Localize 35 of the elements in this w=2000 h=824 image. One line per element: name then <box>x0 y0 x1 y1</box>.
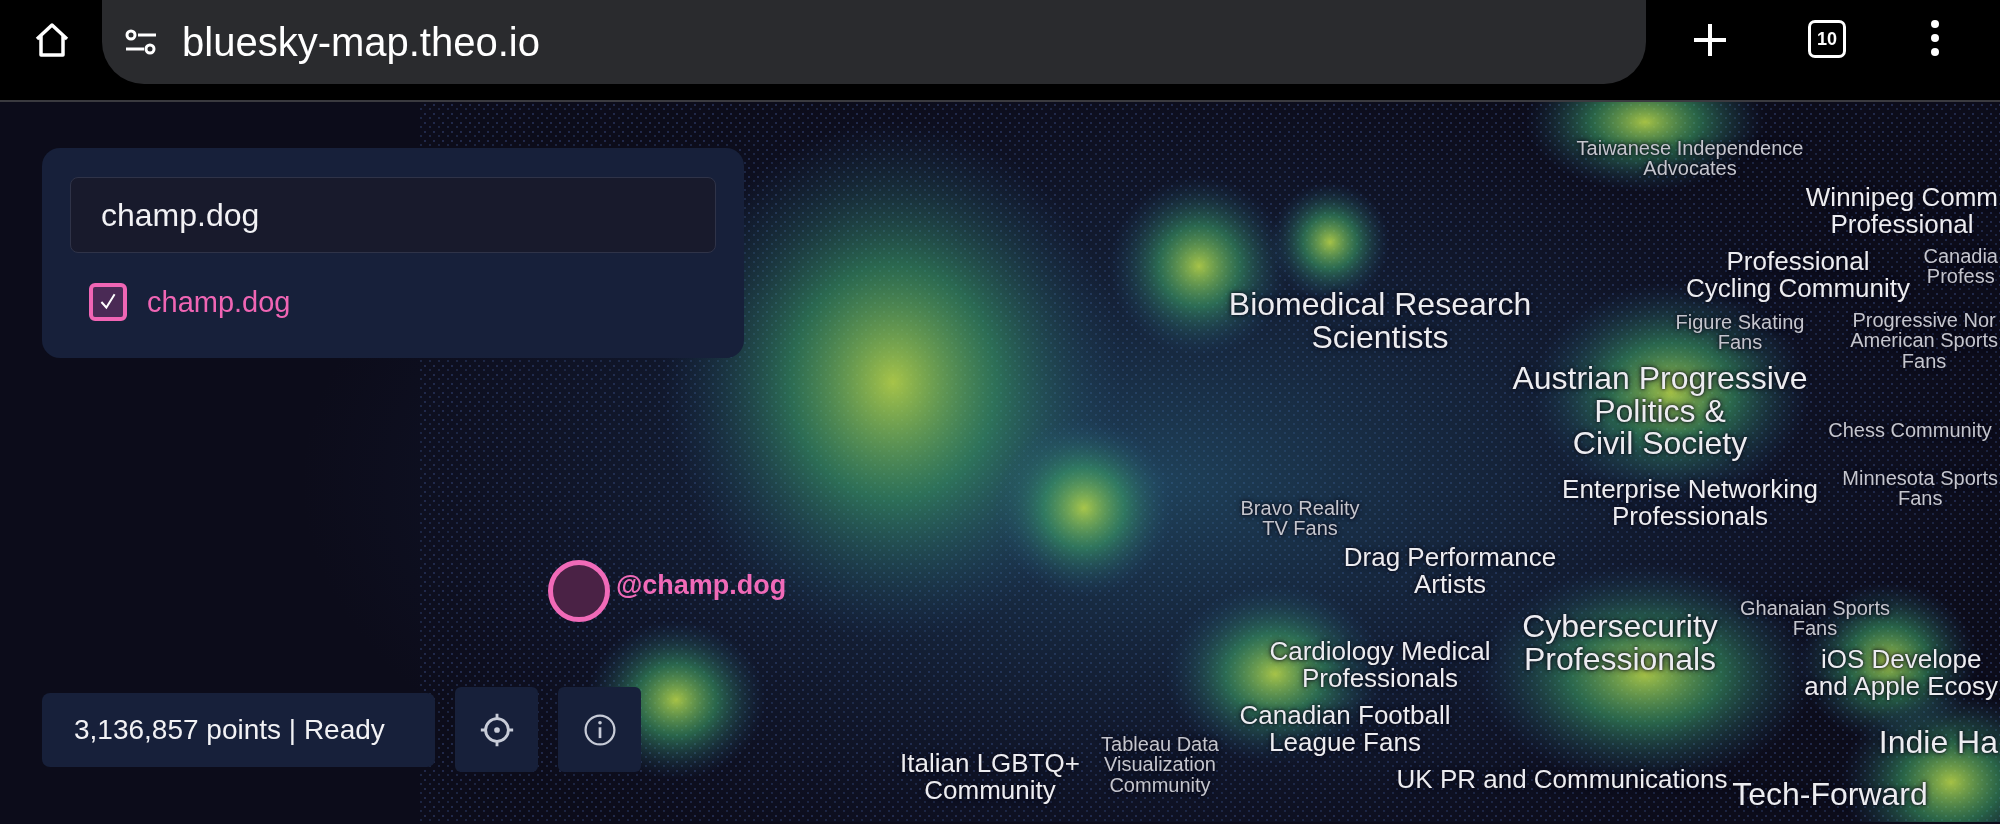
map-label: Enterprise Networking Professionals <box>1562 476 1818 530</box>
map-label: Biomedical Research Scientists <box>1228 288 1532 354</box>
map-label: Progressive Nor American Sports Fans <box>1850 310 1998 372</box>
map-label: iOS Develope and Apple Ecosy <box>1804 646 1998 700</box>
site-settings-icon[interactable] <box>124 28 158 56</box>
map-label: UK PR and Communications <box>1396 766 1728 793</box>
map-label: Drag Performance Artists <box>1343 544 1557 598</box>
map-label: Cybersecurity Professionals <box>1522 610 1718 676</box>
map-label: Cardiology Medical Professionals <box>1269 638 1491 692</box>
map-label: Austrian Progressive Politics & Civil Society <box>1512 362 1808 460</box>
result-label[interactable]: champ.dog <box>147 285 291 319</box>
map-label: Winnipeg Comm Professional <box>1805 184 1998 238</box>
map-label: Chess Community <box>1828 420 1992 441</box>
menu-icon[interactable] <box>1930 18 1940 58</box>
search-field[interactable]: champ.dog <box>70 177 716 253</box>
tab-count-button[interactable]: 10 <box>1808 20 1846 58</box>
map-label: Minnesota Sports Fans <box>1842 468 1998 509</box>
address-bar[interactable]: bluesky-map.theo.io <box>102 0 1646 84</box>
settings-button[interactable] <box>455 687 538 772</box>
map-label: Tableau Data Visualization Community <box>1101 734 1219 796</box>
map-label: Italian LGBTQ+ Community <box>900 750 1080 804</box>
checkbox[interactable] <box>89 283 127 321</box>
map-label: Indie Ha <box>1878 726 1998 759</box>
map-label: Canadia Profess <box>1923 246 1998 287</box>
highlight-label: @champ.dog <box>616 570 787 601</box>
url-text: bluesky-map.theo.io <box>182 19 540 65</box>
map-label: Figure Skating Fans <box>1675 312 1805 353</box>
map-label: Tech-Forward <box>1732 778 1928 811</box>
status-text: 3,136,857 points | Ready <box>42 692 435 767</box>
map-label: Taiwanese Independence Advocates <box>1576 138 1804 179</box>
map-label: Canadian Football League Fans <box>1239 702 1451 756</box>
map-label: Professional Cycling Community <box>1686 248 1910 302</box>
map-label: Bravo Reality TV Fans <box>1240 498 1360 539</box>
info-button[interactable] <box>558 687 641 772</box>
map-label: Ghanaian Sports Fans <box>1739 598 1891 639</box>
